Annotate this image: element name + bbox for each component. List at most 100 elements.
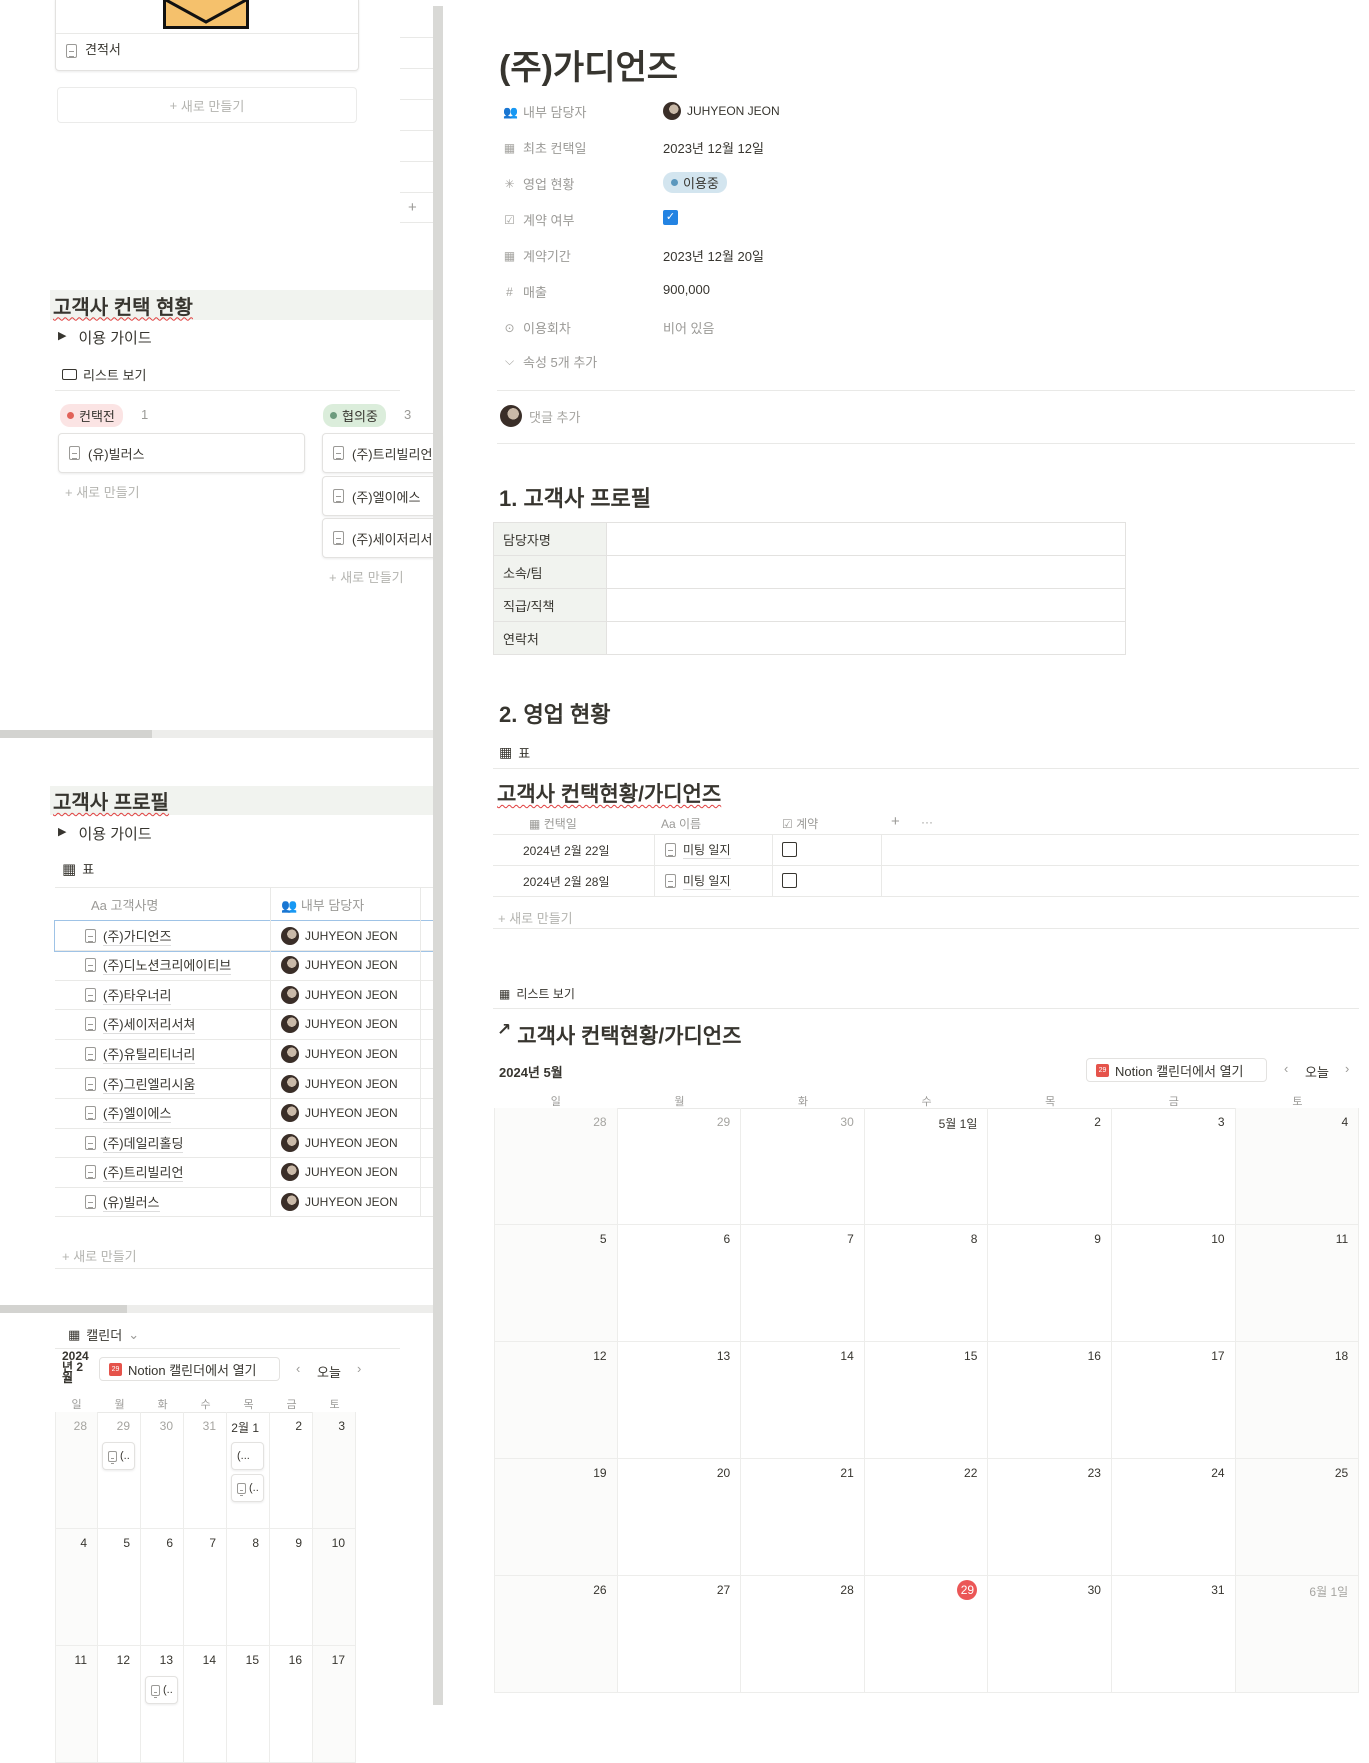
row-name[interactable]: (주)유틸리티너리 xyxy=(85,1044,196,1064)
open-notion-calendar-button[interactable]: 29 Notion 캘린더에서 열기 xyxy=(1086,1058,1267,1082)
calendar-day[interactable]: 25 xyxy=(1235,1459,1360,1576)
table-row[interactable]: (주)데일리홀딩 JUHYEON JEON xyxy=(55,1128,433,1159)
calendar-day[interactable]: 4 xyxy=(1235,1108,1360,1225)
guide-toggle[interactable]: ▶ 이용 가이드 xyxy=(58,823,152,844)
calendar-day[interactable]: 5월 1일 xyxy=(864,1108,989,1225)
calendar-day[interactable]: 30 xyxy=(741,1108,865,1225)
column-header-date[interactable]: ▦ 컨택일 xyxy=(529,815,577,832)
view-tab-calendar[interactable]: ▦ 캘린더 ⌄ xyxy=(68,1325,139,1344)
view-tab-table[interactable]: ▦ 표 xyxy=(62,859,94,878)
calendar-day[interactable]: 28 xyxy=(494,1108,618,1225)
property-label[interactable]: ⊙ 이용회차 xyxy=(503,318,570,337)
prev-month-button[interactable]: ‹ xyxy=(1284,1061,1288,1076)
property-label[interactable]: ▦ 최초 컨택일 xyxy=(503,138,587,157)
row-name[interactable]: (주)타우너리 xyxy=(85,985,172,1005)
row-value[interactable] xyxy=(606,555,1126,589)
calendar-day[interactable]: 6 xyxy=(141,1529,184,1646)
prev-month-button[interactable]: ‹ xyxy=(296,1361,300,1376)
column-header-name[interactable]: Aa 이름 xyxy=(661,815,701,832)
row-name[interactable]: (주)트리빌리언 xyxy=(85,1162,184,1183)
row-label[interactable]: 직급/직책 xyxy=(493,588,607,622)
board-new-button[interactable]: + 새로 만들기 xyxy=(329,567,404,586)
calendar-day[interactable]: 2 xyxy=(270,1412,313,1529)
calendar-day[interactable]: 28 xyxy=(741,1576,865,1693)
calendar-day[interactable]: 19 xyxy=(494,1459,618,1576)
calendar-event[interactable]: (.. xyxy=(231,1474,264,1502)
page-title[interactable]: (주)가디언즈 xyxy=(499,40,678,89)
cell-date[interactable]: 2024년 2월 28일 xyxy=(523,873,610,890)
today-button[interactable]: 오늘 xyxy=(1305,1062,1329,1081)
calendar-day[interactable]: 22 xyxy=(864,1459,989,1576)
row-label[interactable]: 소속/팀 xyxy=(493,555,607,589)
guide-toggle[interactable]: ▶ 이용 가이드 xyxy=(58,327,152,348)
calendar-day[interactable]: 31 xyxy=(1112,1576,1236,1693)
calendar-day[interactable]: 5 xyxy=(98,1529,141,1646)
table-row[interactable]: (주)타우너리 JUHYEON JEON xyxy=(55,980,433,1011)
calendar-day[interactable]: 29 xyxy=(98,1412,141,1529)
board-card[interactable]: (주)트리빌리언 xyxy=(322,433,442,473)
column-header-name[interactable]: Aa 고객사명 xyxy=(91,895,158,914)
calendar-day[interactable]: 3 xyxy=(313,1412,356,1529)
board-card[interactable]: (주)엘이에스 xyxy=(322,476,442,516)
contract-checkbox[interactable] xyxy=(782,873,797,888)
horizontal-scrollbar[interactable] xyxy=(0,1305,433,1313)
checkbox-checked[interactable]: ✓ xyxy=(663,210,678,225)
table-row[interactable]: (주)그린엘리시움 JUHYEON JEON xyxy=(55,1069,433,1099)
property-label[interactable]: 👥 내부 담당자 xyxy=(503,102,586,121)
property-value[interactable]: 2023년 12월 20일 xyxy=(663,246,764,265)
row-name[interactable]: (유)빌러스 xyxy=(85,1192,160,1212)
comment-input[interactable]: 댓글 추가 xyxy=(500,405,580,427)
row-value[interactable] xyxy=(606,621,1126,655)
view-tab-table[interactable]: ▦ 표 xyxy=(499,743,530,762)
table-row[interactable]: (주)디노션크리에이티브 JUHYEON JEON xyxy=(55,951,433,981)
calendar-day[interactable]: 10 xyxy=(313,1529,356,1646)
gallery-new-button[interactable]: + 새로 만들기 xyxy=(57,87,357,123)
calendar-day[interactable]: 23 xyxy=(988,1459,1112,1576)
calendar-day[interactable]: 9 xyxy=(270,1529,313,1646)
calendar-day[interactable]: 5 xyxy=(494,1225,618,1342)
cell-name[interactable]: 미팅 일지 xyxy=(665,841,731,859)
calendar-day[interactable]: 14 xyxy=(741,1342,865,1459)
today-button[interactable]: 오늘 xyxy=(317,1362,341,1381)
table-row[interactable]: (주)유틸리티너리 JUHYEON JEON xyxy=(55,1039,433,1070)
calendar-day[interactable]: 20 xyxy=(617,1459,742,1576)
horizontal-scrollbar[interactable] xyxy=(0,730,433,738)
property-label[interactable]: ▦ 계약기간 xyxy=(503,246,571,265)
more-properties-toggle[interactable]: ⌵ 속성 5개 추가 xyxy=(503,352,597,371)
row-name[interactable]: (주)디노션크리에이티브 xyxy=(85,955,232,976)
calendar-day[interactable]: 15 xyxy=(864,1342,989,1459)
calendar-day[interactable]: 8 xyxy=(864,1225,989,1342)
calendar-day[interactable]: 31 xyxy=(184,1412,227,1529)
calendar-day[interactable]: 6 xyxy=(617,1225,742,1342)
property-value[interactable]: 비어 있음 xyxy=(663,318,714,337)
table-row[interactable]: (주)가디언즈 JUHYEON JEON xyxy=(54,920,434,952)
table-row[interactable]: (주)엘이에스 JUHYEON JEON xyxy=(55,1099,433,1129)
calendar-day[interactable]: 13 xyxy=(617,1342,742,1459)
calendar-day[interactable]: 3 xyxy=(1112,1108,1236,1225)
add-column-button[interactable]: + xyxy=(891,813,900,830)
property-value[interactable]: JUHYEON JEON xyxy=(663,102,780,120)
board-new-button[interactable]: + 새로 만들기 xyxy=(65,482,140,501)
table-new-row[interactable]: + 새로 만들기 xyxy=(62,1246,137,1265)
row-name[interactable]: (주)데일리홀딩 xyxy=(85,1133,184,1153)
table-row[interactable]: (유)빌러스 JUHYEON JEON xyxy=(55,1187,433,1218)
next-month-button[interactable]: › xyxy=(1345,1061,1349,1076)
column-header-contract[interactable]: ☑ 계약 xyxy=(782,815,818,832)
more-options-button[interactable]: ··· xyxy=(921,815,933,829)
calendar-day[interactable]: 4 xyxy=(55,1529,98,1646)
open-notion-calendar-button[interactable]: 29 Notion 캘린더에서 열기 xyxy=(99,1357,280,1381)
calendar-day[interactable]: 18 xyxy=(1235,1342,1360,1459)
calendar-day[interactable]: 7 xyxy=(184,1529,227,1646)
property-value[interactable]: 2023년 12월 12일 xyxy=(663,138,764,157)
database-title[interactable]: 고객사 컨택현황/가디언즈 xyxy=(497,778,721,808)
row-value[interactable] xyxy=(606,588,1126,622)
calendar-day[interactable]: 29 xyxy=(617,1108,742,1225)
calendar-event[interactable]: (... xyxy=(231,1442,264,1470)
calendar-day[interactable]: 26 xyxy=(494,1576,618,1693)
db-new-row[interactable]: + 새로 만들기 xyxy=(498,908,573,927)
property-label[interactable]: ✳ 영업 현황 xyxy=(503,174,574,193)
calendar-day[interactable]: 9 xyxy=(988,1225,1112,1342)
calendar-day[interactable]: 8 xyxy=(227,1529,270,1646)
row-name[interactable]: (주)가디언즈 xyxy=(85,926,172,946)
property-label[interactable]: # 매출 xyxy=(503,282,547,301)
